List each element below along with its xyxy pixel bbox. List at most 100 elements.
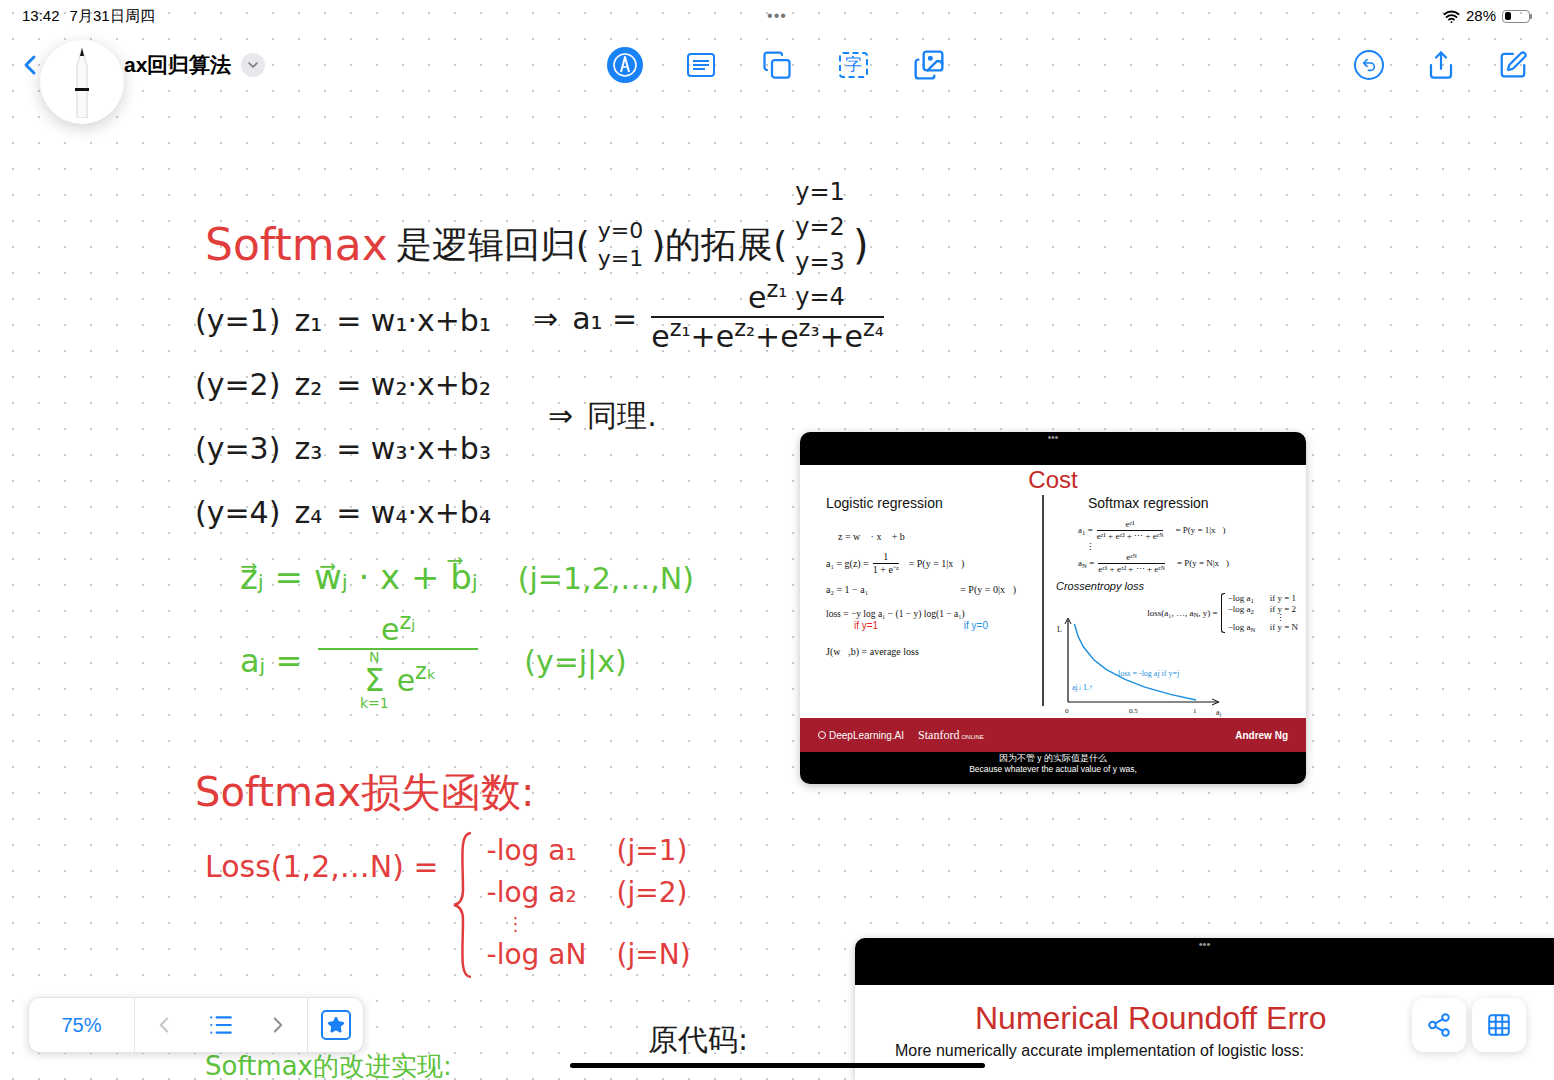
svg-text:L: L [1057,625,1062,634]
grid-button[interactable] [1472,998,1526,1052]
tool-group: 字 [607,47,947,83]
loss-note: if y=1 [854,620,878,632]
battery-icon [1502,10,1532,23]
note-improved-heading[interactable]: Softmax的改进实现: [205,1052,452,1080]
equation-row: (y=4)z₄= w₄·x+b₄ [195,495,491,531]
wifi-icon [1443,8,1460,25]
undo-icon [1361,57,1377,73]
svg-text:0.5: 0.5 [1129,707,1138,715]
note-equations[interactable]: (y=1)z₁= w₁·x+b₁(y=2)z₂= w₂·x+b₂(y=3)z₃=… [195,303,491,531]
compose-icon[interactable] [1498,50,1528,80]
cross-case: −log a2if y = 2 [1228,604,1298,615]
battery-percent: 28% [1466,5,1496,28]
media-icon [913,49,945,81]
note-loss[interactable]: Loss(1,2,…N) =-log a₁(j=1)-log a₂(j=2)⋮-… [205,830,691,980]
header: 13:42 7月31日周四 ••• 28% ax回归算法 字 [0,0,1554,98]
text-tool-icon: 字 [839,52,868,78]
loss-cases: -log a₁(j=1)-log a₂(j=2)⋮-log aN(j=N) [487,830,691,980]
fraction: ezⱼ NΣk=1 ezₖ [318,612,478,710]
grid-icon [1486,1012,1512,1038]
shapes-tool[interactable] [759,47,795,83]
svg-text:1: 1 [1193,707,1197,715]
board-title[interactable]: ax回归算法 [124,49,231,81]
text-box-icon [686,52,716,78]
exp-term: ez₃ [780,319,819,354]
fraction: ez₁ez₁+ez₂+ez₃+ez₄ [651,280,884,356]
clip-top-bar[interactable]: ••• [855,938,1554,985]
loss-note: if y=0 [964,620,988,632]
note-text: 是逻辑回归( [396,218,590,272]
crossentropy-area: Crossentropy lossloss(a₁, …, aN, y) =−lo… [1056,581,1298,718]
brace-icon [451,830,475,980]
previous-icon[interactable] [151,1012,177,1038]
canvas[interactable]: Softmax是逻辑回归(y=0y=1)的拓展(y=1y=2y=3y=4) (y=… [0,0,1554,1080]
exp-term: ez₄ [845,319,884,354]
note-loss-heading[interactable]: Softmax损失函数: [195,762,535,822]
softmax-row: aN =eᶻᴺeᶻ¹ + eᶻ² + ⋯ + eᶻᴺ= P(y = N|x⃗) [1056,552,1298,575]
undo-button[interactable] [1354,50,1384,80]
cross-case: −log a1if y = 1 [1228,593,1298,604]
connector-icon [1426,1012,1452,1038]
media-tool[interactable] [911,47,947,83]
shapes-icon [762,50,792,80]
brand: DeepLearning.AI [818,728,904,743]
sum-sign: NΣk=1 [360,650,389,710]
list-icon[interactable] [208,1012,234,1038]
slide-title: Cost [800,465,1306,495]
connector-button[interactable] [1412,998,1466,1052]
softmax-row: a1 =eᶻ¹eᶻ¹ + eᶻ² + ⋯ + eᶻᴺ= P(y = 1|x⃗) [1056,519,1298,542]
note-cases: y=0y=1 [598,217,643,273]
subtitles: 因为不管 y 的实际值是什么Because whatever the actua… [800,752,1306,784]
note-text: ) [853,215,869,275]
zoom-level[interactable]: 75% [29,998,134,1052]
pencil-popup[interactable] [40,40,124,124]
status-bar: 13:42 7月31日周四 ••• 28% [0,0,1554,32]
exp-term: ezₖ [397,663,437,698]
bookmark-button[interactable] [321,1010,351,1040]
note-general-z[interactable]: z⃗ⱼ = w⃗ⱼ · x + b⃗ⱼ(j=1,2,…,N) [240,552,694,603]
equation-row: (y=1)z₁= w₁·x+b₁ [195,303,491,339]
fraction: 11 + e⁻ᶻ [873,551,899,576]
note-general-a[interactable]: aⱼ =ezⱼNΣk=1ezₖ(y=j|x) [240,612,627,710]
pen-tool[interactable] [607,47,643,83]
exp-term: ez₁ [651,319,690,354]
svg-text:loss = -log aj if y=j: loss = -log aj if y=j [1118,669,1179,678]
author: Andrew Ng [1235,728,1288,743]
softmax-column: Softmax regressiona1 =eᶻ¹eᶻ¹ + eᶻ² + ⋯ +… [1044,495,1306,718]
exp-term: ezⱼ [381,612,415,647]
toolbar: ax回归算法 字 [0,32,1554,98]
note-softmax-a1[interactable]: ⇒a₁ =ez₁ez₁+ez₂+ez₃+ez₄ [533,280,884,356]
cross-case: −log aNif y = N [1228,622,1298,633]
cost-slide-clip[interactable]: •••CostLogistic regressionz = w⃗ · x⃗ + … [800,432,1306,784]
fraction: eᶻ¹eᶻ¹ + eᶻ² + ⋯ + eᶻᴺ [1097,519,1164,542]
star-icon [327,1016,345,1034]
equation-row: (y=3)z₃= w₃·x+b₃ [195,431,491,467]
back-icon[interactable] [14,49,46,81]
share-icon[interactable] [1426,50,1456,80]
freeform-app: 13:427月31日周四•••28%ax回归算法字Softmax是逻辑回归(y=… [0,0,1554,1080]
note-cases: y=1y=2y=3y=4 [795,175,845,315]
chevron-down-icon [245,57,261,73]
clip-top-bar[interactable]: ••• [800,432,1306,465]
note-term: Softmax [205,212,388,278]
svg-text:aⱼ: aⱼ [1216,708,1221,717]
slide-divider [1042,495,1044,706]
pen-tool-icon [612,52,638,78]
title-menu-button[interactable] [241,53,265,77]
svg-text:0: 0 [1065,707,1069,715]
next-icon[interactable] [265,1012,291,1038]
textbox-tool[interactable] [683,47,719,83]
note-original-code[interactable]: 原代码: [648,1022,748,1058]
fraction: eᶻᴺeᶻ¹ + eᶻ² + ⋯ + eᶻᴺ [1098,552,1165,575]
loss-case-dots: ⋮ [487,914,691,934]
brand-logo-icon [818,731,826,739]
note-same[interactable]: ⇒同理. [548,393,657,438]
slide-body: CostLogistic regressionz = w⃗ · x⃗ + ba₁… [800,465,1306,718]
note-text: )的拓展( [651,218,787,272]
status-time: 13:42 [22,5,60,28]
text-tool[interactable]: 字 [835,47,871,83]
home-indicator[interactable] [570,1063,985,1068]
loss-chart: Laⱼ00.51loss = -log aj if y=jaj↓ L↑ [1056,614,1228,718]
multitask-handle[interactable]: ••• [767,4,787,28]
status-date: 7月31日周四 [70,5,155,28]
